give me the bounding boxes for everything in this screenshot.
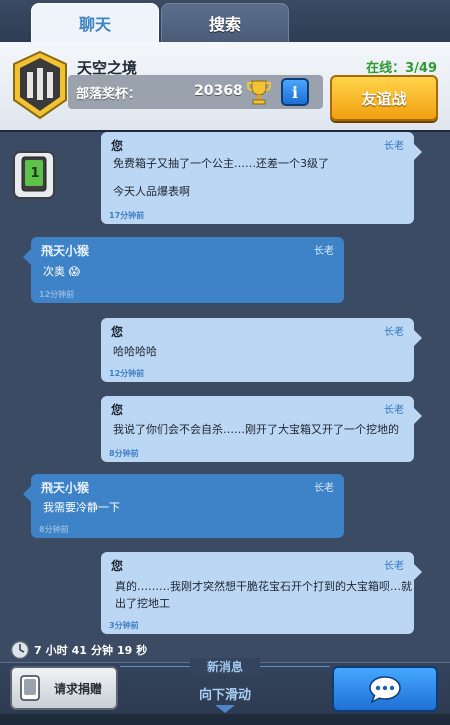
- clan-trophy-bar: 部落奖杯： 20368 i: [68, 75, 323, 109]
- message-text: 真的………我刚才突然想干脆花宝石开个打到的大宝箱呗…就: [115, 580, 412, 593]
- message-time: 17分钟前: [109, 211, 145, 220]
- timer-minutes: 41: [71, 643, 87, 657]
- message-text: 今天人品爆表啊: [113, 185, 190, 198]
- message-role: 长老: [384, 141, 404, 152]
- online-status: 在线：3/49: [366, 57, 437, 76]
- online-count: 3/49: [405, 61, 437, 76]
- donation-card-level: 1: [30, 166, 40, 181]
- message-text: 我需要冷静一下: [43, 501, 120, 514]
- trophy-label: 部落奖杯：: [76, 87, 142, 102]
- timer-minutes-unit: 分钟: [90, 644, 113, 657]
- info-icon: i: [291, 82, 299, 102]
- timer-seconds-unit: 秒: [136, 644, 148, 657]
- chest-timer: 7 小时 41 分钟 19 秒: [10, 640, 147, 660]
- tab-bar: 聊天 搜索: [0, 0, 450, 43]
- bubble-arrow: [23, 249, 31, 265]
- message-time: 12分钟前: [109, 369, 145, 378]
- online-label: 在线：: [366, 61, 406, 76]
- request-donation-button[interactable]: 请求捐赠: [10, 666, 118, 710]
- friendly-battle-button[interactable]: 友谊战: [330, 75, 438, 121]
- bubble-arrow: [414, 564, 422, 580]
- message-role: 长老: [384, 405, 404, 416]
- message-role: 长老: [314, 483, 334, 494]
- message-role: 长老: [384, 327, 404, 338]
- tab-chat[interactable]: 聊天: [31, 3, 159, 43]
- message-sender: 您: [111, 559, 124, 573]
- clock-icon: [10, 640, 30, 660]
- message-sender: 您: [111, 325, 124, 339]
- timer-seconds: 19: [116, 643, 133, 657]
- chat-message: 您 长老 真的………我刚才突然想干脆花宝石开个打到的大宝箱呗…就 出了挖地工 3…: [101, 552, 422, 634]
- trophy-value: 20368: [194, 83, 243, 99]
- chat-message: 您 长老 哈哈哈哈 12分钟前: [101, 318, 422, 382]
- message-role: 长老: [384, 561, 404, 572]
- chat-message: 飛天小猴 长老 次奥 😱 12分钟前: [23, 237, 344, 303]
- message-time: 8分钟前: [109, 449, 139, 458]
- timer-hours: 7: [34, 643, 42, 657]
- message-sender: 飛天小猴: [41, 244, 90, 258]
- message-sender: 飛天小猴: [41, 481, 90, 495]
- tab-search[interactable]: 搜索: [161, 3, 289, 43]
- chevron-down-icon[interactable]: [215, 705, 235, 713]
- message-text: 我说了你们会不会自杀……刚开了大宝箱又开了一个挖地的: [113, 423, 399, 436]
- message-text: 次奥 😱: [43, 265, 80, 278]
- request-donation-label: 请求捐赠: [53, 681, 102, 696]
- compose-message-button[interactable]: [332, 666, 438, 712]
- bubble-arrow: [23, 486, 31, 502]
- message-time: 8分钟前: [39, 525, 69, 534]
- bubble-arrow: [414, 144, 422, 160]
- bottom-nav-strip: [0, 714, 450, 725]
- bubble-arrow: [414, 408, 422, 424]
- message-sender: 您: [111, 139, 124, 153]
- timer-hours-unit: 小时: [45, 644, 68, 657]
- chat-message: 您 长老 免费箱子又抽了一个公主……还差一个3级了 今天人品爆表啊 17分钟前: [101, 132, 422, 224]
- clan-info-button[interactable]: i: [281, 78, 309, 106]
- chat-message: 飛天小猴 长老 我需要冷静一下 8分钟前: [23, 474, 344, 538]
- message-time: 3分钟前: [109, 621, 139, 630]
- message-time: 12分钟前: [39, 290, 75, 299]
- new-messages-label: 新消息: [190, 658, 260, 675]
- message-role: 长老: [314, 246, 334, 257]
- clan-header: 天空之境 在线：3/49 部落奖杯： 20368 i 友谊战: [0, 42, 450, 132]
- clan-badge-icon[interactable]: [10, 50, 70, 120]
- message-text: 免费箱子又抽了一个公主……还差一个3级了: [113, 157, 329, 170]
- bubble-arrow: [414, 330, 422, 346]
- chat-message: 您 长老 我说了你们会不会自杀……刚开了大宝箱又开了一个挖地的 8分钟前: [101, 396, 422, 462]
- trophy-icon: [247, 80, 271, 105]
- scroll-down-button[interactable]: 向下滑动: [180, 684, 270, 703]
- message-text: 哈哈哈哈: [113, 345, 157, 358]
- request-card-icon: [20, 675, 40, 701]
- message-sender: 您: [111, 403, 124, 417]
- chat-bubble-icon: [369, 676, 401, 704]
- message-text: 出了挖地工: [115, 597, 170, 610]
